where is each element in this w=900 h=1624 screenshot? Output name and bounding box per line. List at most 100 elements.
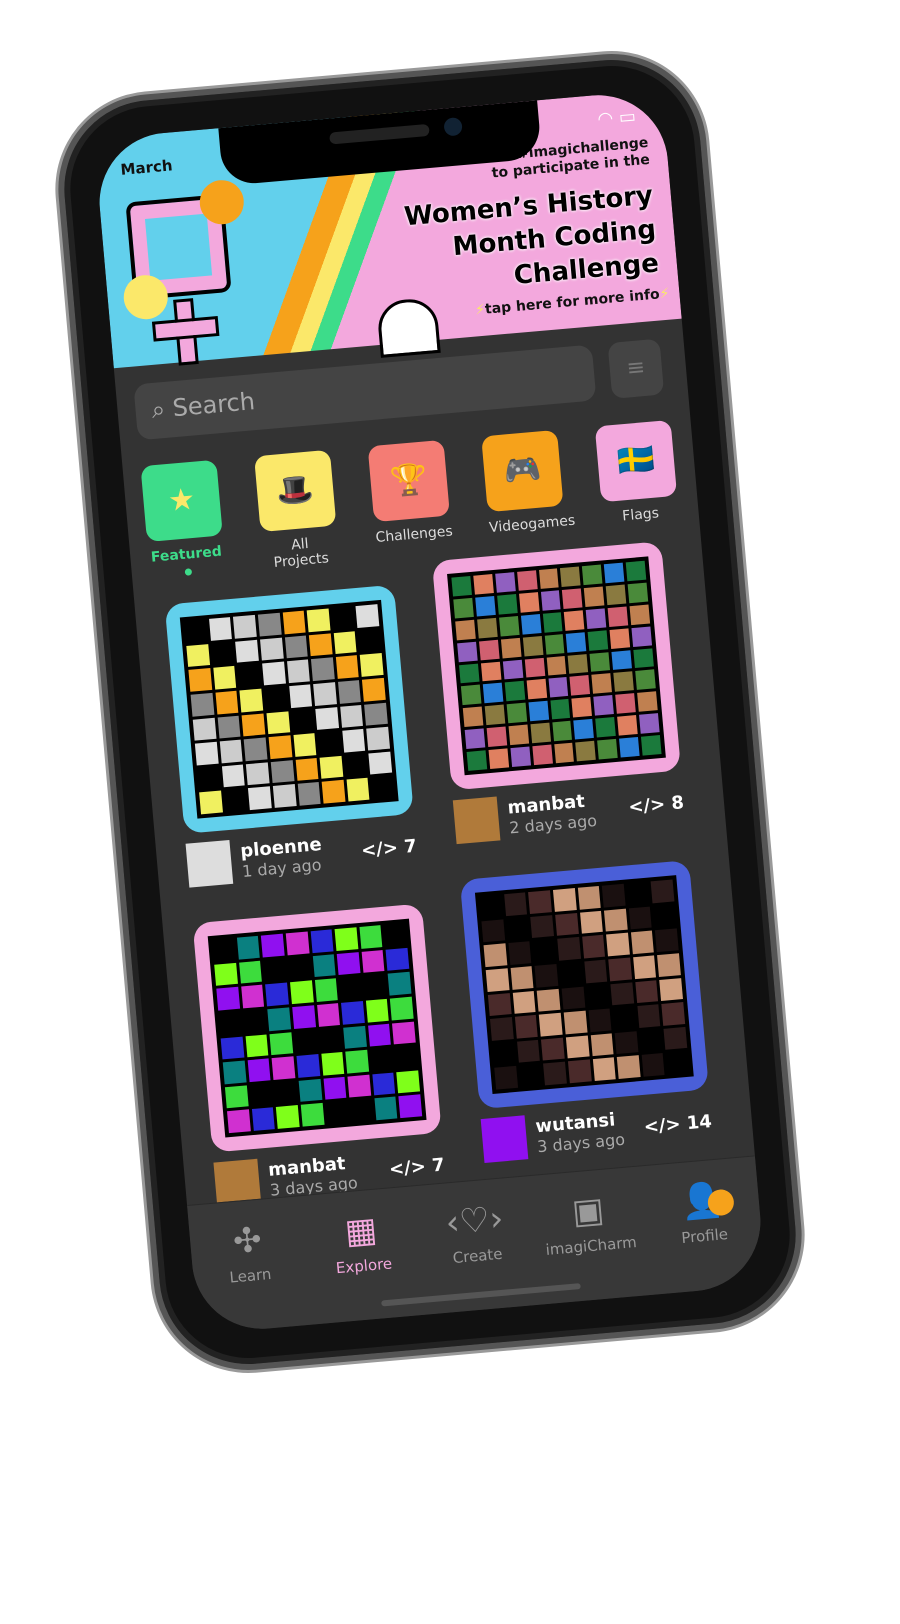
pixel [221,764,245,788]
pixel [608,957,632,981]
pixel [233,614,257,639]
pixel [464,728,486,750]
pixel [315,706,339,731]
pixel [631,626,653,647]
pixel [251,1107,276,1131]
pixel [613,671,635,693]
pixel [369,1047,394,1072]
project-card[interactable]: manbat 2 days ago </> 8 [431,541,686,845]
pixel [261,933,285,958]
pixel [241,713,266,737]
pixel [498,615,520,637]
pixel [592,1057,616,1082]
project-card[interactable]: wutansi 3 days ago </> 14 [459,859,714,1163]
pixel [451,575,472,597]
pixel [567,1059,592,1084]
pixel [290,708,315,733]
pixel [496,593,518,615]
pixel [296,1054,320,1078]
pixel [364,702,388,726]
pixel [217,715,241,739]
pixel [632,955,657,979]
project-thumbnail[interactable] [431,541,682,791]
pixel [588,1008,612,1033]
category-flags[interactable]: 🇸🇪 Flags [594,419,681,542]
pixel [249,1083,273,1107]
pixel [243,1009,267,1033]
pixel-art [447,556,666,776]
pixel [358,628,382,653]
project-card[interactable]: manbat 3 days ago </> 7 [192,903,447,1207]
lightning-icon: ⚡ [658,285,671,303]
pixel [637,1004,661,1028]
project-thumbnail[interactable] [164,584,414,834]
pixel [362,677,386,702]
tab-learn[interactable]: ✣ Learn [196,1217,305,1334]
project-thumbnail[interactable] [192,903,442,1153]
pixel [551,720,573,742]
pixel [516,1039,541,1063]
pixel [336,951,361,976]
pixel [604,908,628,932]
category-featured[interactable]: ★ Featured [140,459,226,582]
pixel [316,1002,341,1027]
pixel [506,702,527,724]
pixel [215,690,239,715]
pixel [607,606,629,627]
pixel [543,1061,567,1086]
pixel [577,885,601,910]
tab-profile[interactable]: 👤 Profile [650,1177,759,1294]
pixel [186,643,210,668]
pixel [666,1051,690,1075]
pixel [199,790,223,815]
pixel [625,560,647,582]
avatar[interactable] [480,1115,529,1163]
pixel [566,631,587,653]
pixel [616,1055,641,1079]
pixel [262,661,286,686]
avatar[interactable] [185,839,234,888]
pixel [237,663,261,688]
pixel [220,1036,245,1060]
pixel [343,1025,367,1049]
pixel [347,1074,371,1098]
pixel [270,759,295,784]
pixel [505,916,530,941]
pixel [398,1094,423,1119]
pixel [534,963,559,988]
project-card[interactable]: ploenne 1 day ago </> 7 [164,584,419,888]
pixel [455,619,476,641]
pixel [581,935,606,959]
category-videogames[interactable]: 🎮 Videogames [481,429,576,552]
code-count-value: 7 [403,835,418,858]
pixel [478,639,500,660]
pixel [612,1006,637,1030]
pixel [502,659,524,680]
pixel [587,629,609,651]
pixel [659,977,683,1002]
pixel [383,922,408,947]
pixel [500,637,522,659]
pixel [310,929,334,953]
code-count: </> 7 [360,835,417,861]
filter-button[interactable]: ≡ [607,338,665,399]
banner-title: Women’s History Month Coding Challenge [403,179,660,302]
project-thumbnail[interactable] [459,859,709,1110]
pixel [318,1027,343,1051]
category-challenges[interactable]: 🏆 Challenges [367,439,454,562]
pixel [510,746,531,768]
pixel [312,953,336,978]
pixel [503,892,528,916]
pixel [524,657,545,678]
pixel [238,960,263,984]
pixel [591,673,613,695]
pixel [227,1109,251,1134]
pixel [292,1005,316,1029]
category-all-projects[interactable]: 🎩 All Projects [254,449,340,572]
pixel [385,947,410,971]
tab-explore[interactable]: ▦ Explore [309,1207,418,1324]
active-dot [184,568,192,576]
pixel [259,637,284,661]
status-time: March [119,156,174,179]
avatar[interactable] [452,796,501,845]
